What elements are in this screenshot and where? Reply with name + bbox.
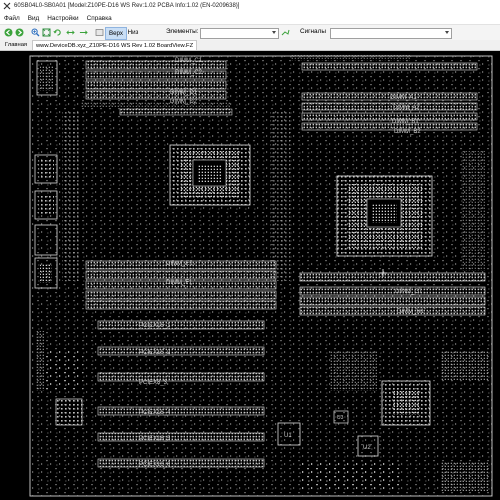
back-icon[interactable]	[4, 28, 13, 37]
menu-view[interactable]: Вид	[24, 15, 44, 22]
label-pciex8-3: PCIEX8_3	[139, 380, 168, 386]
label-dimm-d1: DIMM_D1	[170, 90, 198, 96]
dimm-group-left-top	[80, 60, 233, 116]
vrm-left	[62, 111, 80, 281]
bottom-components	[300, 461, 400, 489]
lower-left-components	[43, 351, 83, 391]
board-canvas[interactable]: DIMM_C1 DIMM_C2 DIMM_D1 DIMM_D2 DIMM_A1 …	[0, 51, 500, 500]
tab-bar: Главная www.DeviceDB.xyz_Z10PE-D16 WS Re…	[0, 40, 500, 51]
layer-settings-icon[interactable]	[95, 28, 104, 37]
forward-icon[interactable]	[15, 28, 24, 37]
right-edge-headers	[462, 151, 486, 271]
tab-home[interactable]: Главная	[2, 40, 30, 50]
label-dimm-f1: DIMM_F1	[166, 280, 193, 286]
bottom-right-headers	[440, 461, 488, 491]
tab-boardview-file[interactable]: www.DeviceDB.xyz_Z10PE-D16 WS Rev 1.02 B…	[32, 40, 198, 50]
label-dimm-b2: DIMM_B2	[394, 129, 421, 135]
zoom-in-icon[interactable]	[31, 28, 40, 37]
elements-combobox[interactable]	[200, 28, 279, 39]
board-drawing[interactable]: DIMM_C1 DIMM_C2 DIMM_D1 DIMM_D2 DIMM_A1 …	[0, 51, 500, 500]
label-dimm-b1: DIMM_B1	[392, 119, 419, 125]
label-dimm-e1: DIMM_E1	[166, 261, 193, 267]
chevron-down-icon	[445, 31, 449, 34]
signals-label: Сигналы	[300, 28, 326, 35]
label-pciex16-2: PCIEX16_2	[139, 350, 171, 356]
menu-file[interactable]: Файл	[0, 15, 24, 22]
fit-view-icon[interactable]	[42, 28, 51, 37]
label-dimm-h1: DIMM_H1	[397, 309, 425, 315]
flip-vertical-icon[interactable]	[79, 28, 88, 37]
bottom-side-button[interactable]: Низ	[124, 27, 142, 38]
vrm-middle	[270, 111, 290, 281]
label-pciex16-4: PCIEX16_4	[139, 410, 171, 416]
label-u1: U1	[284, 433, 292, 439]
cpu-socket-2	[336, 175, 433, 257]
elements-label: Элементы:	[166, 28, 199, 35]
search-element-icon[interactable]	[281, 28, 290, 37]
menu-bar: Файл Вид Настройки Справка	[0, 12, 500, 24]
menu-settings[interactable]: Настройки	[43, 15, 82, 22]
label-pciex16-6: PCIEX16_6	[139, 462, 171, 468]
label-dimm-g1: DIMM_G1	[395, 289, 423, 295]
chipset	[381, 380, 431, 426]
flip-horizontal-icon[interactable]	[66, 28, 75, 37]
rotate-icon[interactable]	[53, 28, 62, 37]
sata-connectors	[440, 351, 488, 381]
label-u2: U2	[363, 445, 371, 451]
label-dimm-c1: DIMM_C1	[175, 58, 203, 64]
audio-chip	[55, 398, 83, 426]
label-dimm-a1: DIMM_A1	[390, 95, 417, 101]
label-dimm-d2: DIMM_D2	[170, 99, 198, 105]
menu-help[interactable]: Справка	[83, 15, 116, 22]
label-dimm-c2: DIMM_C2	[175, 70, 203, 76]
label-pciex16-5: PCIEX16_5	[139, 436, 171, 442]
window-title: 60SB04L0-SB0A01 [Model:Z10PE-D16 WS Rev:…	[14, 3, 240, 9]
label-dimm-a2: DIMM_A2	[393, 105, 420, 111]
app-icon	[3, 2, 11, 10]
label-pciex16-1: PCIEX16_1	[139, 323, 171, 329]
signals-combobox[interactable]	[330, 28, 452, 39]
chipset-side-bank	[330, 351, 378, 391]
dimm-group-right-bottom	[299, 272, 486, 316]
cpu-socket-1	[169, 144, 251, 206]
label-u3: U3	[337, 415, 344, 421]
chevron-down-icon	[272, 31, 276, 34]
